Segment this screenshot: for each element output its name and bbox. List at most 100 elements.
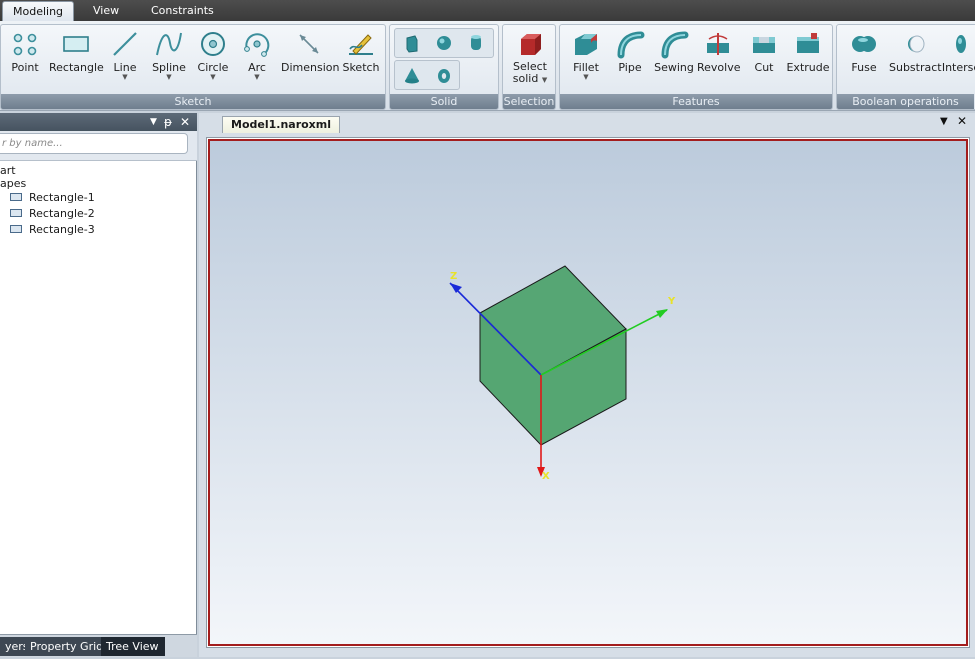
intersect-label: Interse xyxy=(941,61,975,74)
fillet-button[interactable]: Fillet ▼ xyxy=(568,29,604,81)
z-axis-arrow-icon xyxy=(450,283,462,293)
sketch-button[interactable]: Sketch xyxy=(341,29,381,74)
substract-label: Substract xyxy=(889,61,942,74)
line-icon xyxy=(113,32,137,56)
line-button[interactable]: Line ▼ xyxy=(109,29,141,81)
solid-group: Solid xyxy=(389,24,499,110)
torus-button[interactable] xyxy=(430,62,458,90)
point-icon xyxy=(13,33,37,56)
select-solid-label-2: solid xyxy=(512,72,539,85)
point-button[interactable]: Point xyxy=(9,29,41,74)
tree-node-part[interactable]: art xyxy=(0,164,16,177)
tree-node-shapes[interactable]: apes xyxy=(0,177,26,190)
sphere-icon xyxy=(437,36,451,50)
tree-item-rectangle-3[interactable]: Rectangle-3 xyxy=(29,223,95,236)
selection-group-label: Selection xyxy=(503,94,555,109)
sphere-button[interactable] xyxy=(430,30,458,58)
revolve-icon xyxy=(707,33,729,55)
intersect-button[interactable]: Interse xyxy=(941,29,975,74)
filter-input[interactable]: r by name... xyxy=(0,133,188,154)
fuse-icon xyxy=(852,36,876,52)
pipe-label: Pipe xyxy=(618,61,642,74)
3d-viewport[interactable]: Z Y X xyxy=(208,139,968,646)
boolean-group: Fuse Substract Interse Boolean operation… xyxy=(836,24,975,110)
pipe-icon xyxy=(617,31,645,59)
3d-scene[interactable]: Z Y X xyxy=(210,141,966,644)
spline-icon xyxy=(156,32,182,56)
circle-icon xyxy=(201,32,225,56)
sewing-button[interactable]: Sewing xyxy=(654,29,694,74)
revolve-label: Revolve xyxy=(697,61,741,74)
document-tab[interactable]: Model1.naroxml xyxy=(222,116,341,133)
circle-dropdown-icon[interactable]: ▼ xyxy=(197,74,229,81)
arc-icon xyxy=(244,33,270,57)
ribbon: Point Rectangle Line ▼ Spline ▼ Circle ▼… xyxy=(0,21,975,111)
sketch-group-label: Sketch xyxy=(1,94,385,109)
sketch-icon xyxy=(349,34,373,55)
z-axis-label: Z xyxy=(450,271,457,282)
document-close-icon[interactable]: ✕ xyxy=(957,114,967,128)
rectangle-icon xyxy=(63,36,89,52)
document-menu-icon[interactable]: ▼ xyxy=(940,116,948,127)
boolean-group-label: Boolean operations xyxy=(837,94,974,109)
arc-button[interactable]: Arc ▼ xyxy=(241,29,273,81)
revolve-button[interactable]: Revolve xyxy=(697,29,741,74)
extrude-label: Extrude xyxy=(786,61,830,74)
dimension-button[interactable]: Dimension xyxy=(281,29,340,74)
rectangle-node-icon xyxy=(10,193,22,201)
extrude-button[interactable]: Extrude xyxy=(786,29,830,74)
select-solid-button[interactable]: Select solid ▼ xyxy=(508,29,552,86)
rectangle-label: Rectangle xyxy=(49,61,104,74)
rectangle-node-icon xyxy=(10,209,22,217)
tab-modeling[interactable]: Modeling xyxy=(2,1,75,21)
circle-button[interactable]: Circle ▼ xyxy=(197,29,229,81)
cylinder-icon xyxy=(471,35,481,50)
cylinder-button[interactable] xyxy=(462,30,490,58)
cut-icon xyxy=(753,37,775,53)
dimension-icon xyxy=(299,34,319,54)
tab-property-grid[interactable]: Property Grid xyxy=(25,637,109,656)
tab-tree-view[interactable]: Tree View xyxy=(101,637,165,656)
cone-button[interactable] xyxy=(398,62,426,90)
rectangle-button[interactable]: Rectangle xyxy=(49,29,104,74)
fuse-button[interactable]: Fuse xyxy=(845,29,883,74)
substract-button[interactable]: Substract xyxy=(889,29,942,74)
pin-icon[interactable]: ᵽ xyxy=(164,114,172,130)
selection-group: Select solid ▼ Selection xyxy=(502,24,556,110)
extrude-icon xyxy=(797,33,819,53)
box-button[interactable] xyxy=(398,30,426,58)
tree-item-rectangle-2[interactable]: Rectangle-2 xyxy=(29,207,95,220)
intersect-icon xyxy=(956,35,966,53)
features-group: Fillet ▼ Pipe Sewing Revolve Cut Extrude… xyxy=(559,24,833,110)
panel-menu-icon[interactable]: ▼ xyxy=(150,114,157,130)
spline-button[interactable]: Spline ▼ xyxy=(151,29,187,81)
sketch-label: Sketch xyxy=(342,61,380,74)
ribbon-tab-bar: Modeling View Constraints xyxy=(0,0,975,21)
y-axis-label: Y xyxy=(667,296,676,307)
cut-button[interactable]: Cut xyxy=(748,29,780,74)
box-icon xyxy=(406,35,418,53)
arc-dropdown-icon[interactable]: ▼ xyxy=(241,74,273,81)
tab-constraints[interactable]: Constraints xyxy=(151,1,214,21)
sewing-icon xyxy=(661,31,689,59)
select-solid-dropdown-icon[interactable]: ▼ xyxy=(542,76,547,84)
x-axis-label: X xyxy=(542,471,550,482)
tree-item-rectangle-1[interactable]: Rectangle-1 xyxy=(29,191,95,204)
rectangle-node-icon xyxy=(10,225,22,233)
fillet-icon xyxy=(575,34,597,55)
pipe-button[interactable]: Pipe xyxy=(614,29,646,74)
sketch-group: Point Rectangle Line ▼ Spline ▼ Circle ▼… xyxy=(0,24,386,110)
left-panel: ▼ ᵽ ✕ r by name... art apes Rectangle-1 … xyxy=(0,113,197,657)
substract-icon xyxy=(908,35,925,53)
spline-dropdown-icon[interactable]: ▼ xyxy=(151,74,187,81)
line-dropdown-icon[interactable]: ▼ xyxy=(109,74,141,81)
solid-group-label: Solid xyxy=(390,94,498,109)
fillet-dropdown-icon[interactable]: ▼ xyxy=(568,74,604,81)
left-panel-header: ▼ ᵽ ✕ xyxy=(0,113,197,131)
tab-view[interactable]: View xyxy=(93,1,119,21)
features-group-label: Features xyxy=(560,94,832,109)
point-label: Point xyxy=(11,61,39,74)
dimension-label: Dimension xyxy=(281,61,340,74)
sewing-label: Sewing xyxy=(654,61,694,74)
close-icon[interactable]: ✕ xyxy=(180,114,190,130)
